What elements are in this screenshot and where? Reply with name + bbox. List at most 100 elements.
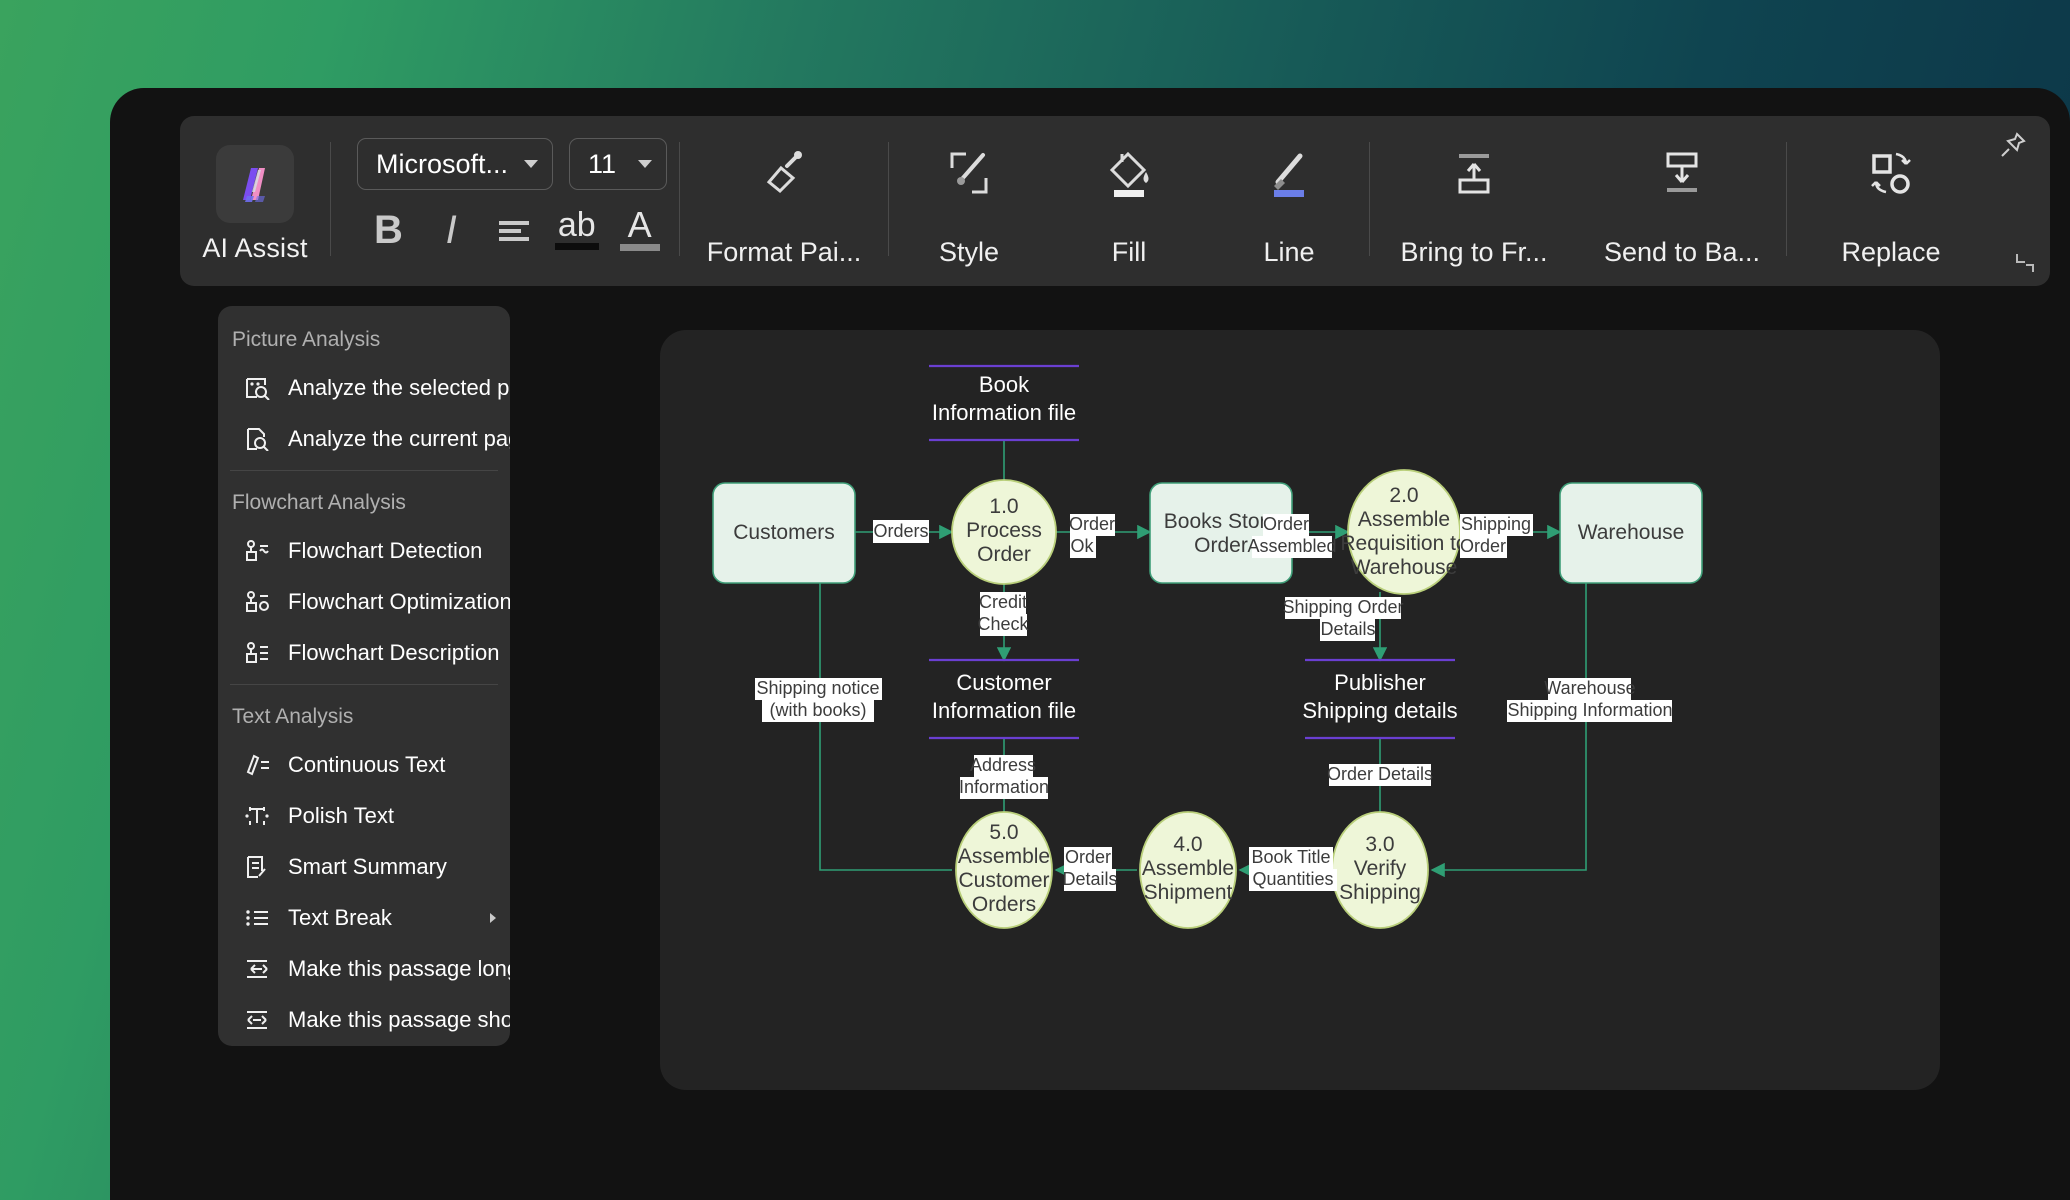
flow-label-shipping-order-details: Shipping Order Details [1282, 597, 1404, 641]
app-window: AI Assist Microsoft... 11 B I ab A Forma… [110, 88, 2070, 1200]
menu-item-smart-summary[interactable]: Smart Summary [218, 841, 510, 892]
flow-label-line2: (with books) [769, 700, 866, 720]
datastore-label-line1: Publisher [1334, 670, 1426, 695]
entity-label: Customers [733, 521, 835, 544]
analyze-page-icon [242, 426, 272, 452]
flow-label-line1: Credit [979, 592, 1027, 612]
ai-assist-button[interactable] [216, 144, 294, 223]
fill-button[interactable]: Fill [1049, 116, 1209, 286]
bold-button[interactable]: B [361, 202, 416, 258]
menu-item-make-passage-shorter[interactable]: Make this passage shorter [218, 994, 510, 1045]
ai-assist-menu: Picture Analysis Analyze the selected pa… [218, 306, 510, 1046]
flow-label-warehouse-shipping-information: Warehouse Shipping Information [1507, 678, 1673, 722]
style-pen-icon [942, 142, 996, 200]
flowchart-optimize-icon [242, 589, 272, 615]
process-label-line1: Assemble [1142, 857, 1234, 880]
flow-label-line2: Shipping Information [1507, 700, 1672, 720]
bring-to-front-icon [1447, 142, 1501, 200]
datastore-publisher-shipping-details[interactable]: Publisher Shipping details [1302, 658, 1458, 740]
bring-to-front-button[interactable]: Bring to Fr... [1370, 116, 1578, 286]
flow-label: Order Details [1327, 764, 1433, 784]
flow-label-line2: Assembled [1247, 536, 1336, 556]
passage-longer-icon [242, 956, 272, 982]
format-painter-icon [757, 142, 811, 200]
flow-label-line2: Details [1320, 619, 1375, 639]
style-button[interactable]: Style [889, 116, 1049, 286]
process-label-line3: Warehouse [1351, 556, 1458, 579]
send-to-back-icon [1655, 142, 1709, 200]
italic-button[interactable]: I [424, 202, 479, 258]
line-button[interactable]: Line [1209, 116, 1369, 286]
menu-item-change-tone[interactable]: Change Tone [218, 1045, 510, 1046]
passage-shorter-icon [242, 1007, 272, 1033]
process-number: 2.0 [1389, 484, 1418, 507]
flow-label-order-details-shipment: Order Details [1062, 847, 1118, 891]
send-to-back-button[interactable]: Send to Ba... [1578, 116, 1786, 286]
menu-item-polish-text[interactable]: Polish Text [218, 790, 510, 841]
menu-item-flowchart-description[interactable]: Flowchart Description [218, 627, 510, 678]
process-label-line2: Shipping [1339, 881, 1421, 904]
flow-label-line1: Order [1065, 847, 1111, 867]
process-label-line3: Orders [972, 893, 1036, 916]
process-5-assemble-customer-orders[interactable]: 5.0 Assemble Customer Orders [955, 811, 1053, 929]
replace-shape-icon [1864, 142, 1918, 200]
process-number: 4.0 [1173, 833, 1202, 856]
process-label-line2: Customer [958, 869, 1049, 892]
menu-item-label: Continuous Text [288, 751, 446, 777]
line-label: Line [1263, 237, 1315, 267]
menu-section-title-text: Text Analysis [232, 705, 354, 728]
fill-label: Fill [1111, 237, 1147, 267]
flow-label-line2: Details [1062, 869, 1117, 889]
align-lines-icon [498, 221, 529, 241]
menu-item-label: Analyze the current page [288, 425, 510, 451]
ai-assist-label: AI Assist [202, 232, 308, 263]
expand-corner-icon[interactable] [2014, 251, 2036, 278]
datastore-customer-information-file[interactable]: Customer Information file [929, 658, 1079, 740]
process-4-assemble-shipment[interactable]: 4.0 Assemble Shipment [1139, 811, 1237, 929]
entity-customers[interactable]: Customers [712, 482, 856, 584]
strikethrough-button[interactable]: ab [549, 202, 604, 258]
flow-label-order-details-publisher: Order Details [1327, 764, 1433, 786]
font-family-select[interactable]: Microsoft... [357, 138, 553, 190]
send-to-back-label: Send to Ba... [1603, 237, 1761, 267]
replace-button[interactable]: Replace [1787, 116, 1995, 286]
menu-divider [230, 684, 498, 685]
ai-logo-icon [243, 167, 265, 202]
flow-label-address-information: Address Information [959, 755, 1049, 799]
menu-item-label: Analyze the selected part [288, 374, 510, 400]
font-size-select[interactable]: 11 [568, 138, 667, 190]
replace-label: Replace [1841, 237, 1941, 267]
entity-warehouse[interactable]: Warehouse [1559, 482, 1703, 584]
menu-item-continuous-text[interactable]: Continuous Text [218, 739, 510, 790]
process-2-assemble-requisition-to-warehouse[interactable]: 2.0 Assemble Requisition to Warehouse [1340, 469, 1468, 595]
menu-item-text-break[interactable]: Text Break [218, 892, 510, 943]
font-family-value: Microsoft... [376, 148, 509, 179]
style-label: Style [938, 237, 1000, 267]
menu-item-label: Flowchart Detection [288, 537, 483, 563]
process-1-process-order[interactable]: 1.0 Process Order [951, 479, 1057, 585]
ai-assist-group: AI Assist [180, 116, 330, 286]
menu-item-flowchart-detection[interactable]: Flowchart Detection [218, 525, 510, 576]
datastore-book-information-file[interactable]: Book Information file [929, 364, 1079, 442]
format-painter-button[interactable]: Format Pai... [680, 116, 888, 286]
strikethrough-label: ab [557, 206, 596, 245]
diagram-canvas[interactable]: Book Information file Customer Informatio… [660, 330, 1940, 1090]
menu-item-make-passage-longer[interactable]: Make this passage longer [218, 943, 510, 994]
pin-icon[interactable] [1998, 130, 2028, 165]
flowchart-describe-icon [242, 640, 272, 666]
menu-item-flowchart-optimization[interactable]: Flowchart Optimization [218, 576, 510, 627]
align-button[interactable] [487, 202, 542, 258]
flow-label-line2: Information [959, 777, 1049, 797]
font-color-button[interactable]: A [612, 202, 667, 258]
menu-item-analyze-current-page[interactable]: Analyze the current page [218, 413, 510, 464]
flow-label-line2: Ok [1070, 536, 1094, 556]
flow-label-line1: Shipping Order [1282, 597, 1403, 617]
process-3-verify-shipping[interactable]: 3.0 Verify Shipping [1331, 811, 1429, 929]
menu-item-label: Make this passage shorter [288, 1006, 510, 1032]
flow-label-line1: Book Title [1251, 847, 1330, 867]
menu-item-analyze-selected-part[interactable]: Analyze the selected part [218, 362, 510, 413]
flow-label-line1: Warehouse [1544, 678, 1635, 698]
flow-label-line1: Shipping [1461, 514, 1531, 534]
toolbar-ribbon: AI Assist Microsoft... 11 B I ab A Forma… [180, 116, 2050, 286]
menu-item-label: Polish Text [288, 802, 394, 828]
